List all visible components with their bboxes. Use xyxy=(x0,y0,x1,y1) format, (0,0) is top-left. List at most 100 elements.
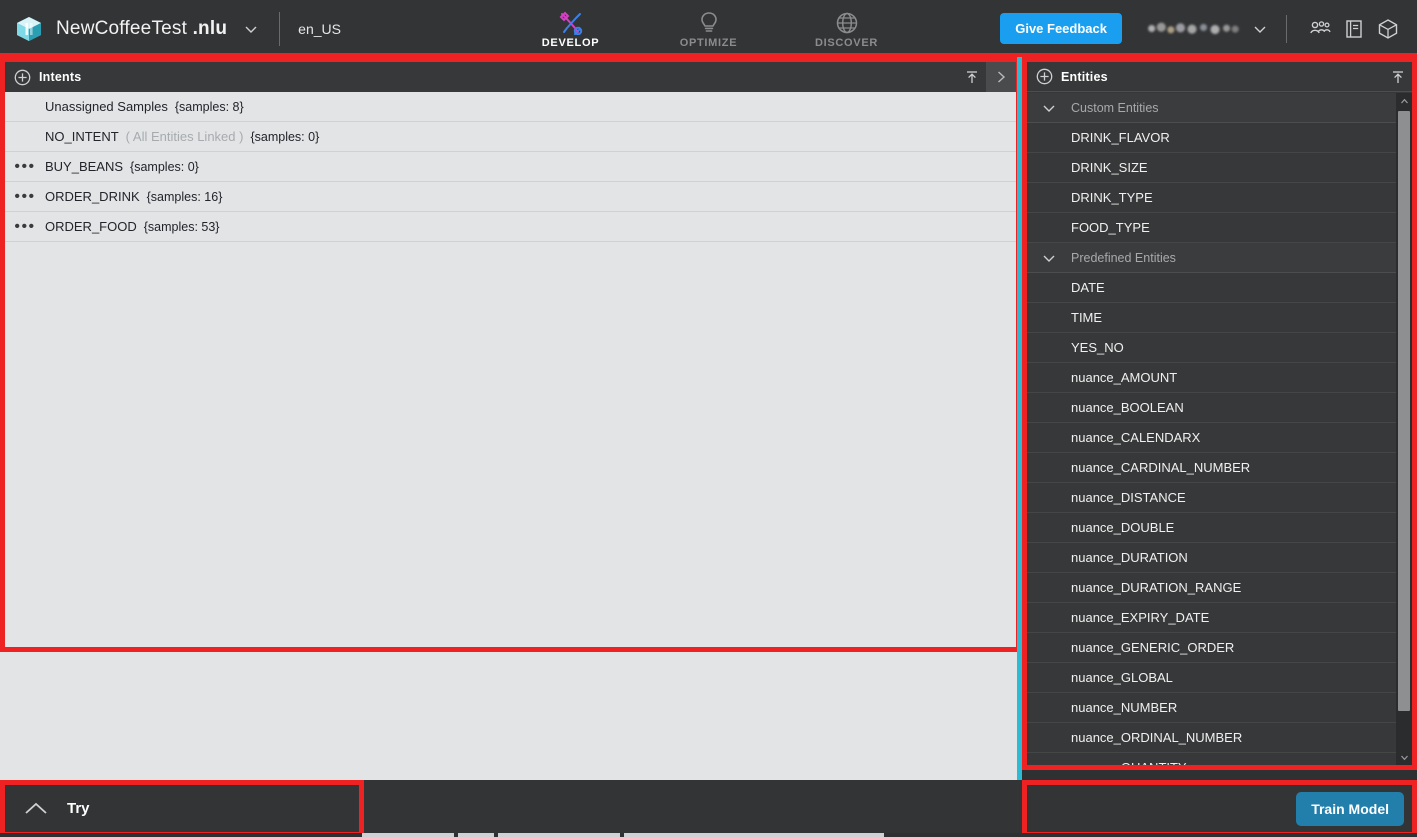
entity-name: DRINK_FLAVOR xyxy=(1071,130,1170,145)
intent-row[interactable]: •••Unassigned Samples{samples: 8} xyxy=(5,92,1016,122)
entity-row[interactable]: nuance_AMOUNT xyxy=(1027,363,1412,393)
entities-panel-header: Entities xyxy=(1027,62,1412,92)
nuance-cube-logo-icon[interactable] xyxy=(14,14,44,44)
divider xyxy=(279,11,281,46)
entity-row[interactable]: nuance_CALENDARX xyxy=(1027,423,1412,453)
project-extension: .nlu xyxy=(192,17,228,39)
entities-panel: Entities Custom Entities DRINK_FLAVOR DRIN… xyxy=(1022,57,1417,770)
intent-sample-count: {samples: 53} xyxy=(143,219,220,234)
nav-tab-optimize[interactable]: OPTIMIZE xyxy=(659,0,759,57)
book-icon[interactable] xyxy=(1337,12,1371,46)
entity-row[interactable]: nuance_QUANTITY xyxy=(1027,753,1412,765)
entity-row[interactable]: DRINK_TYPE xyxy=(1027,183,1412,213)
intent-name: NO_INTENT xyxy=(45,129,119,144)
intent-sample-count: {samples: 16} xyxy=(146,189,223,204)
entity-row[interactable]: DRINK_FLAVOR xyxy=(1027,123,1412,153)
intent-row[interactable]: ••• ORDER_FOOD {samples: 53} xyxy=(5,212,1016,242)
chevron-down-icon[interactable] xyxy=(1250,19,1270,39)
entity-row[interactable]: nuance_ORDINAL_NUMBER xyxy=(1027,723,1412,753)
collapse-up-icon[interactable] xyxy=(958,62,986,92)
entity-row[interactable]: nuance_GENERIC_ORDER xyxy=(1027,633,1412,663)
intent-row[interactable]: •••NO_INTENT( All Entities Linked ){samp… xyxy=(5,122,1016,152)
nav-tab-discover-label: DISCOVER xyxy=(814,36,879,49)
train-panel: Train Model xyxy=(1022,780,1417,837)
entity-group-header[interactable]: Custom Entities xyxy=(1027,93,1412,123)
entity-group-label: Custom Entities xyxy=(1071,100,1159,115)
chevron-down-icon[interactable] xyxy=(1027,249,1071,267)
entity-row[interactable]: TIME xyxy=(1027,303,1412,333)
scroll-up-arrow-icon[interactable] xyxy=(1396,93,1412,109)
entity-name: nuance_EXPIRY_DATE xyxy=(1071,610,1210,625)
nav-tab-optimize-label: OPTIMIZE xyxy=(679,36,738,49)
plus-circle-icon[interactable] xyxy=(5,69,39,86)
entities-panel-actions xyxy=(1384,62,1412,92)
taskbar-sliver xyxy=(0,833,1417,837)
entity-row[interactable]: DRINK_SIZE xyxy=(1027,153,1412,183)
entity-name: YES_NO xyxy=(1071,340,1124,355)
intents-list: •••Unassigned Samples{samples: 8}•••NO_I… xyxy=(5,92,1016,242)
users-group-icon[interactable] xyxy=(1303,12,1337,46)
try-panel[interactable]: Try xyxy=(0,780,364,837)
scroll-down-arrow-icon[interactable] xyxy=(1396,749,1412,765)
entity-row[interactable]: nuance_DOUBLE xyxy=(1027,513,1412,543)
user-name-redacted xyxy=(1144,22,1240,35)
chevron-right-icon[interactable] xyxy=(986,62,1016,92)
intent-name: BUY_BEANS xyxy=(45,159,124,174)
entities-list[interactable]: Custom Entities DRINK_FLAVOR DRINK_SIZE DRI… xyxy=(1027,93,1412,765)
lightbulb-icon xyxy=(698,9,720,35)
entity-row[interactable]: nuance_DURATION xyxy=(1027,543,1412,573)
nav-tab-discover[interactable]: DISCOVER xyxy=(797,0,897,57)
entity-row[interactable]: nuance_DURATION_RANGE xyxy=(1027,573,1412,603)
taskbar-segment xyxy=(498,833,620,837)
entity-row[interactable]: nuance_NUMBER xyxy=(1027,693,1412,723)
entity-name: DATE xyxy=(1071,280,1105,295)
entity-row[interactable]: nuance_GLOBAL xyxy=(1027,663,1412,693)
entity-group-header[interactable]: Predefined Entities xyxy=(1027,243,1412,273)
intents-panel-title: Intents xyxy=(39,70,82,84)
intents-panel-header: Intents xyxy=(5,62,1016,92)
give-feedback-button[interactable]: Give Feedback xyxy=(1000,13,1122,44)
left-column: Intents •••Unassigned Sample xyxy=(0,57,1021,780)
entity-row[interactable]: YES_NO xyxy=(1027,333,1412,363)
entity-row[interactable]: nuance_BOOLEAN xyxy=(1027,393,1412,423)
intent-name: Unassigned Samples xyxy=(45,99,168,114)
entity-name: TIME xyxy=(1071,310,1103,325)
top-bar-left: NewCoffeeTest .nlu en_US xyxy=(0,0,341,57)
top-bar: NewCoffeeTest .nlu en_US DEVELOP OPTIMIZ… xyxy=(0,0,1417,57)
entity-row[interactable]: DATE xyxy=(1027,273,1412,303)
collapse-up-icon[interactable] xyxy=(1384,62,1412,92)
chevron-down-icon[interactable] xyxy=(1027,99,1071,117)
entity-name: nuance_ORDINAL_NUMBER xyxy=(1071,730,1243,745)
chevron-up-icon[interactable] xyxy=(5,800,67,818)
plus-circle-icon[interactable] xyxy=(1027,68,1061,85)
taskbar-segment xyxy=(362,833,454,837)
cube-icon[interactable] xyxy=(1371,12,1405,46)
entity-row[interactable]: nuance_CARDINAL_NUMBER xyxy=(1027,453,1412,483)
entity-name: nuance_CARDINAL_NUMBER xyxy=(1071,460,1251,475)
intents-panel: Intents •••Unassigned Sample xyxy=(0,57,1021,652)
entity-name: nuance_GLOBAL xyxy=(1071,670,1173,685)
entity-name: nuance_NUMBER xyxy=(1071,700,1178,715)
entity-name: nuance_BOOLEAN xyxy=(1071,400,1184,415)
bottom-strip xyxy=(364,780,1022,837)
entity-name: DRINK_TYPE xyxy=(1071,190,1153,205)
scrollbar-thumb[interactable] xyxy=(1398,111,1410,711)
entity-name: nuance_QUANTITY xyxy=(1071,760,1187,765)
nav-tab-develop[interactable]: DEVELOP xyxy=(521,0,621,57)
intent-row[interactable]: ••• BUY_BEANS {samples: 0} xyxy=(5,152,1016,182)
chevron-down-icon[interactable] xyxy=(241,19,261,39)
entity-row[interactable]: nuance_EXPIRY_DATE xyxy=(1027,603,1412,633)
entity-name: nuance_CALENDARX xyxy=(1071,430,1201,445)
train-model-button[interactable]: Train Model xyxy=(1296,791,1404,826)
try-panel-label: Try xyxy=(67,800,90,817)
project-name: NewCoffeeTest xyxy=(56,17,193,39)
entities-scrollbar[interactable] xyxy=(1396,93,1412,765)
intent-row[interactable]: ••• ORDER_DRINK {samples: 16} xyxy=(5,182,1016,212)
entity-row[interactable]: FOOD_TYPE xyxy=(1027,213,1412,243)
entity-row[interactable]: nuance_DISTANCE xyxy=(1027,483,1412,513)
nav-tab-develop-label: DEVELOP xyxy=(541,36,600,49)
locale-label[interactable]: en_US xyxy=(298,21,341,37)
entity-name: FOOD_TYPE xyxy=(1071,220,1150,235)
page-title: NewCoffeeTest .nlu xyxy=(56,18,227,40)
tools-icon xyxy=(558,9,584,35)
